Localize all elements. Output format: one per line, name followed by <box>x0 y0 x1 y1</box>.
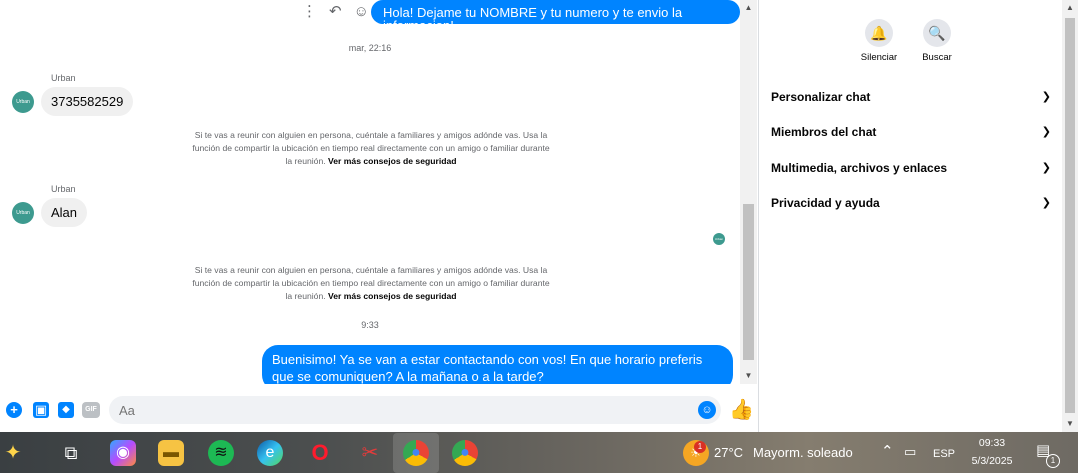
avatar[interactable]: Urban Dental <box>12 91 34 113</box>
sticker-icon[interactable]: ◆ <box>58 402 74 418</box>
section-label: Personalizar chat <box>771 90 871 104</box>
copilot-sparkle-icon[interactable]: ✦ <box>0 440 26 466</box>
scroll-up-icon[interactable]: ▲ <box>740 0 757 16</box>
chrome-profile-icon[interactable]: ● <box>403 440 429 466</box>
section-label: Miembros del chat <box>771 125 877 139</box>
mute-label: Silenciar <box>860 52 898 63</box>
notification-count: 1 <box>1046 454 1060 468</box>
outgoing-message[interactable]: Hola! Dejame tu NOMBRE y tu numero y te … <box>371 0 740 32</box>
chat-thread: ⋮ ↶ ☺ Hola! Dejame tu NOMBRE y tu numero… <box>0 0 740 384</box>
avatar[interactable]: Urban Dental <box>12 202 34 224</box>
emoji-icon[interactable]: ☺ <box>698 401 716 419</box>
chat-scrollbar[interactable]: ▲ ▼ <box>740 0 757 384</box>
sender-name: Urban <box>51 73 76 83</box>
messenger-window: ⋮ ↶ ☺ Hola! Dejame tu NOMBRE y tu numero… <box>0 0 1078 473</box>
page-scrollbar-thumb[interactable] <box>1065 18 1075 413</box>
seen-receipt-avatar: Urban Dental <box>713 233 725 245</box>
weather-condition[interactable]: Mayorm. soleado <box>753 445 853 461</box>
section-label: Multimedia, archivos y enlaces <box>771 161 948 175</box>
section-chat-members[interactable]: Miembros del chat ❯ <box>771 122 1051 142</box>
scroll-down-icon[interactable]: ▼ <box>740 368 757 384</box>
clock-date[interactable]: 5/3/2025 <box>964 455 1020 467</box>
chevron-up-icon[interactable]: ⌃ <box>881 444 894 460</box>
chevron-down-icon: ❯ <box>1041 162 1051 174</box>
search-label: Buscar <box>922 52 952 63</box>
plus-icon[interactable]: + <box>6 402 22 418</box>
more-options-icon[interactable]: ⋮ <box>302 2 317 22</box>
gif-icon[interactable]: GIF <box>82 402 100 418</box>
thumbs-up-icon[interactable]: 👍 <box>729 399 754 421</box>
message-composer: + ▣ ◆ GIF ☺ 👍 <box>0 394 757 426</box>
chat-scrollbar-thumb[interactable] <box>743 204 754 360</box>
scroll-up-icon[interactable]: ▲ <box>1062 0 1078 16</box>
section-media-files-links[interactable]: Multimedia, archivos y enlaces ❯ <box>771 158 1051 178</box>
sender-name: Urban <box>51 184 76 194</box>
safety-notice: Si te vas a reunir con alguien en person… <box>190 129 552 168</box>
chevron-down-icon: ❯ <box>1041 126 1051 138</box>
page-scrollbar[interactable]: ▲ ▼ <box>1062 0 1078 432</box>
snipping-tool-icon[interactable]: ✂ <box>357 440 383 466</box>
section-customize-chat[interactable]: Personalizar chat ❯ <box>771 87 1051 107</box>
file-explorer-icon[interactable]: ▬ <box>158 440 184 466</box>
battery-icon[interactable]: ▭ <box>904 444 916 460</box>
search-button[interactable]: 🔍 Buscar <box>907 19 967 63</box>
chevron-down-icon: ❯ <box>1041 197 1051 209</box>
image-icon[interactable]: ▣ <box>33 402 49 418</box>
safety-notice: Si te vas a reunir con alguien en person… <box>190 264 552 303</box>
reply-icon[interactable]: ↶ <box>329 2 342 22</box>
chat-info-panel: 🔔 Silenciar 🔍 Buscar Personalizar chat ❯… <box>759 0 1062 432</box>
bell-icon: 🔔 <box>865 19 893 47</box>
chevron-down-icon: ❯ <box>1041 91 1051 103</box>
incoming-message[interactable]: Alan <box>41 198 88 227</box>
search-icon: 🔍 <box>923 19 951 47</box>
edge-icon[interactable]: e <box>257 440 283 466</box>
language-indicator[interactable]: ESP <box>933 446 955 462</box>
copilot-icon[interactable]: ◉ <box>110 440 136 466</box>
outgoing-message[interactable]: Buenisimo! Ya se van a estar contactando… <box>262 345 733 384</box>
timestamp: mar, 22:16 <box>348 43 392 53</box>
task-view-icon[interactable]: ⧉ <box>58 440 84 466</box>
message-input[interactable] <box>109 396 721 424</box>
section-privacy-help[interactable]: Privacidad y ayuda ❯ <box>771 193 1051 213</box>
weather-badge: 1 <box>694 441 706 453</box>
section-label: Privacidad y ayuda <box>771 196 880 210</box>
opera-icon[interactable]: O <box>307 440 333 466</box>
chrome-icon[interactable]: ● <box>452 440 478 466</box>
react-icon[interactable]: ☺ <box>354 2 369 22</box>
clock-time[interactable]: 09:33 <box>964 437 1020 449</box>
message-hover-actions: ⋮ ↶ ☺ <box>302 2 369 22</box>
spotify-icon[interactable]: ≋ <box>208 440 234 466</box>
mute-button[interactable]: 🔔 Silenciar <box>849 19 909 63</box>
safety-tips-link[interactable]: Ver más consejos de seguridad <box>328 156 456 166</box>
timestamp: 9:33 <box>361 320 379 330</box>
safety-tips-link[interactable]: Ver más consejos de seguridad <box>328 291 456 301</box>
incoming-message[interactable]: 3735582529 <box>41 87 134 116</box>
scroll-down-icon[interactable]: ▼ <box>1062 416 1078 432</box>
weather-temperature[interactable]: 27°C <box>714 445 743 461</box>
